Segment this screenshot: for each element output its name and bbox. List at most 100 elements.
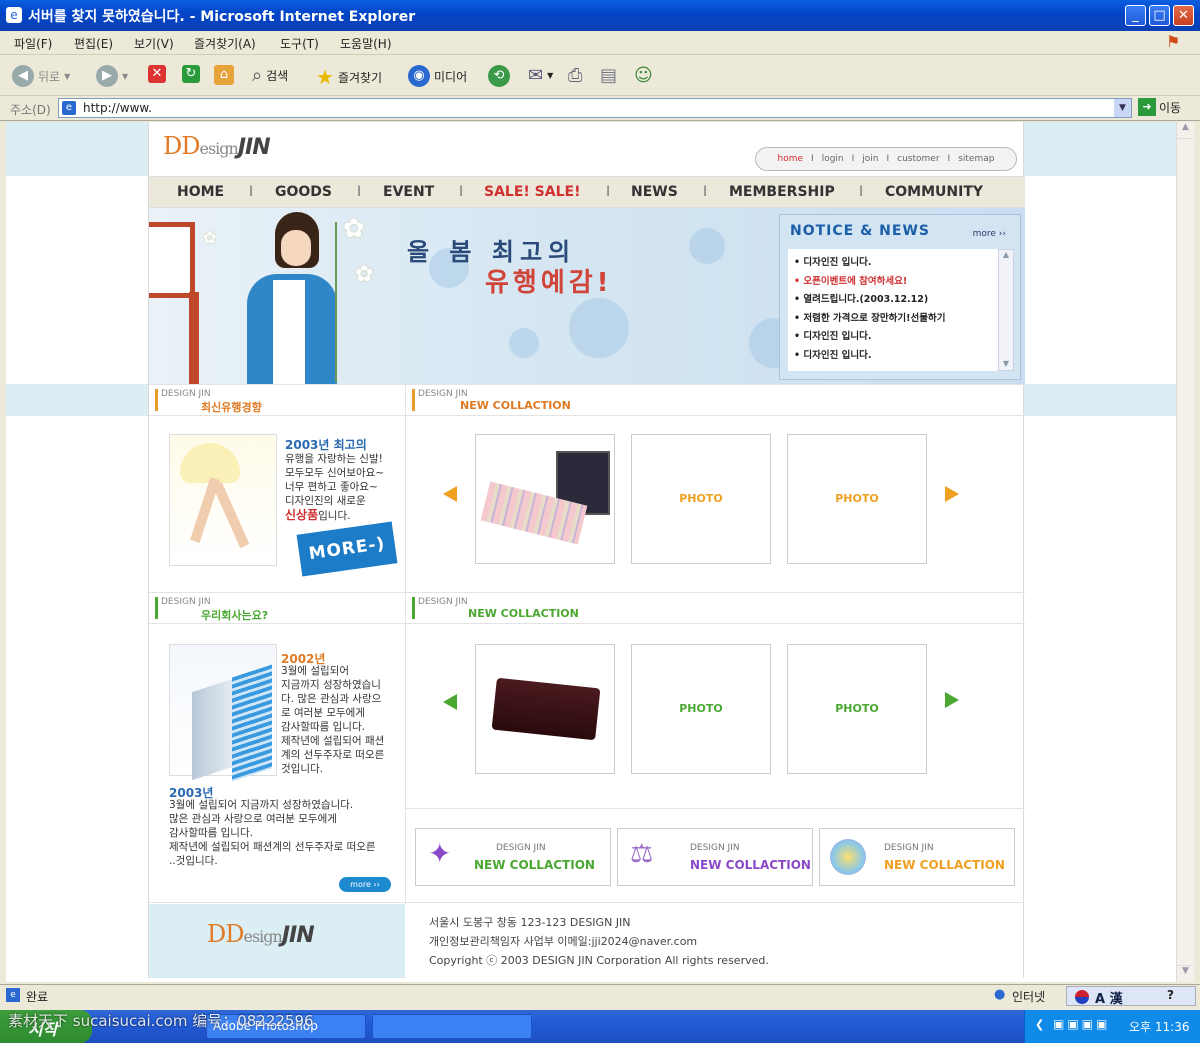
notice-item[interactable]: • 디자인진 입니다.	[794, 347, 1002, 366]
gnb-membership[interactable]: MEMBERSHIP	[729, 184, 835, 200]
address-input[interactable]: e http://www. ▼	[58, 98, 1132, 118]
product-thumb-scarf[interactable]	[475, 434, 615, 564]
address-dropdown-icon[interactable]: ▼	[1114, 99, 1131, 117]
ime-bar[interactable]: A 漢 ?	[1066, 986, 1196, 1007]
product-thumb-wallet[interactable]	[475, 644, 615, 774]
shoe-model-image[interactable]	[169, 434, 277, 566]
product-thumb-photo[interactable]: PHOTO	[787, 434, 927, 564]
favorites-button[interactable]: ★ 즐겨찾기	[316, 65, 382, 89]
home-button[interactable]: ⌂	[214, 65, 234, 85]
menu-help[interactable]: 도움말(H)	[340, 35, 392, 52]
tray-expand-icon[interactable]: ❮	[1035, 1018, 1044, 1031]
product-thumb-photo[interactable]: PHOTO	[631, 644, 771, 774]
section-title: NEW COLLACTION	[468, 607, 579, 620]
address-value: http://www.	[83, 101, 152, 115]
address-label: 주소(D)	[10, 103, 51, 117]
nav-login-link[interactable]: login	[822, 154, 844, 164]
page-status-icon: e	[6, 988, 20, 1002]
trend-heading: 2003년 최고의	[285, 438, 367, 452]
forward-button[interactable]: ▶ ▼	[96, 65, 128, 87]
history-icon: ⟲	[488, 65, 510, 87]
gnb-community[interactable]: COMMUNITY	[885, 184, 983, 200]
scroll-up-icon[interactable]: ▲	[1177, 122, 1194, 139]
product-thumb-photo[interactable]: PHOTO	[787, 644, 927, 774]
close-button[interactable]: ✕	[1173, 5, 1194, 26]
next-arrow-icon[interactable]	[945, 692, 959, 708]
nav-sitemap-link[interactable]: sitemap	[958, 154, 994, 164]
section-header-collection: DESIGN JIN NEW COLLACTION	[405, 384, 1025, 416]
notice-item[interactable]: • 디자인진 입니다.	[794, 328, 1002, 347]
notice-scrollbar[interactable]: ▲ ▼	[998, 249, 1014, 371]
gnb-event[interactable]: EVENT	[383, 184, 434, 200]
maximize-button[interactable]: □	[1149, 5, 1170, 26]
section-header-trend: DESIGN JIN 최신유행경향	[149, 384, 405, 416]
gnb-sale[interactable]: SALE! SALE!	[484, 184, 580, 200]
back-button[interactable]: ◀ 뒤로 ▼	[12, 65, 70, 87]
search-icon: ⌕	[252, 65, 263, 86]
watermark: 素材天下 sucaisucai.com 编号：08222596	[8, 1012, 314, 1030]
refresh-button[interactable]: ↻	[182, 65, 200, 83]
window-titlebar[interactable]: 서버를 찾지 못하였습니다. - Microsoft Internet Expl…	[0, 0, 1200, 31]
collection-banner-1[interactable]: ✦ DESIGN JIN NEW COLLACTION	[415, 828, 611, 886]
messenger-icon: ☺	[634, 65, 653, 86]
nav-join-link[interactable]: join	[862, 154, 878, 164]
status-bar: e 완료 ● 인터넷 A 漢 ?	[0, 984, 1200, 1007]
prev-arrow-icon[interactable]	[443, 694, 457, 710]
flower-icon: ✿	[343, 214, 365, 244]
gnb-goods[interactable]: GOODS	[275, 184, 332, 200]
menu-favorites[interactable]: 즐겨찾기(A)	[194, 35, 256, 52]
tray-icons[interactable]: ▣▣▣▣	[1053, 1017, 1110, 1031]
taskbar-ie-window[interactable]	[372, 1014, 532, 1039]
media-icon: ◉	[408, 65, 430, 87]
edit-page-icon: ▤	[600, 65, 618, 86]
section-title: 최신유행경향	[201, 401, 262, 414]
edit-button[interactable]: ▤	[600, 65, 617, 86]
footer-contact: 개인정보관리책임자 사업부 이메일:jji2024@naver.com	[429, 935, 698, 948]
stop-button[interactable]: ✕	[148, 65, 166, 83]
minimize-button[interactable]: _	[1125, 5, 1146, 26]
notice-item[interactable]: • 저렴한 가격으로 장만하기!선물하기	[794, 310, 1002, 329]
main-nav: HOME I GOODS I EVENT I SALE! SALE! I NEW…	[149, 176, 1025, 208]
address-bar: 주소(D) e http://www. ▼ ➜ 이동	[0, 96, 1200, 121]
notice-item[interactable]: • 디자인진 입니다.	[794, 254, 1002, 273]
company-more-button[interactable]: more ››	[339, 877, 391, 892]
media-button[interactable]: ◉ 미디어	[408, 65, 467, 87]
nav-home-link[interactable]: home	[778, 154, 804, 164]
notice-item[interactable]: • 오픈이벤트에 참여하세요!	[794, 273, 1002, 292]
menu-tools[interactable]: 도구(T)	[280, 35, 319, 52]
collection-banner-2[interactable]: ⚖ DESIGN JIN NEW COLLACTION	[617, 828, 813, 886]
disc-icon	[830, 839, 866, 875]
history-button[interactable]: ⟲	[488, 65, 510, 87]
building-image[interactable]	[169, 644, 277, 782]
help-icon[interactable]: ?	[1167, 988, 1174, 1002]
gnb-news[interactable]: NEWS	[631, 184, 678, 200]
nav-customer-link[interactable]: customer	[897, 154, 939, 164]
print-button[interactable]: ⎙	[568, 65, 582, 86]
flower-icon: ✿	[355, 262, 374, 287]
notice-more-link[interactable]: more ››	[973, 229, 1006, 239]
notice-item[interactable]: • 열려드립니다.(2003.12.12)	[794, 291, 1002, 310]
collection-banner-3[interactable]: DESIGN JIN NEW COLLACTION	[819, 828, 1015, 886]
printer-icon: ⎙	[568, 65, 583, 86]
woman-face-illustration	[281, 230, 311, 266]
gnb-home[interactable]: HOME	[177, 184, 224, 200]
site-logo[interactable]: DDesignJIN	[163, 132, 271, 160]
trend-text: 유행을 자랑하는 신발! 모두모두 신어보아요~ 너무 편하고 좋아요~ 디자인…	[285, 453, 385, 522]
page-scrollbar[interactable]: ▲ ▼	[1176, 122, 1194, 982]
product-thumb-photo[interactable]: PHOTO	[631, 434, 771, 564]
mail-icon: ✉	[528, 65, 544, 86]
zone-text: 인터넷	[1012, 990, 1046, 1004]
scroll-down-icon[interactable]: ▼	[1177, 965, 1194, 982]
search-button[interactable]: ⌕ 검색	[252, 65, 288, 86]
system-tray: ❮ ▣▣▣▣ 오후 11:36	[1024, 1010, 1200, 1043]
next-arrow-icon[interactable]	[945, 486, 959, 502]
menu-edit[interactable]: 편집(E)	[74, 35, 113, 52]
menu-view[interactable]: 보기(V)	[134, 35, 174, 52]
messenger-button[interactable]: ☺	[634, 65, 653, 86]
footer-copyright: Copyright ⓒ 2003 DESIGN JIN Corporation …	[429, 954, 769, 967]
go-button[interactable]: ➜ 이동	[1138, 98, 1181, 116]
prev-arrow-icon[interactable]	[443, 486, 457, 502]
mail-button[interactable]: ✉ ▼	[528, 65, 553, 86]
menu-file[interactable]: 파일(F)	[14, 35, 52, 52]
trend-more-button[interactable]: MORE-)	[296, 521, 398, 577]
